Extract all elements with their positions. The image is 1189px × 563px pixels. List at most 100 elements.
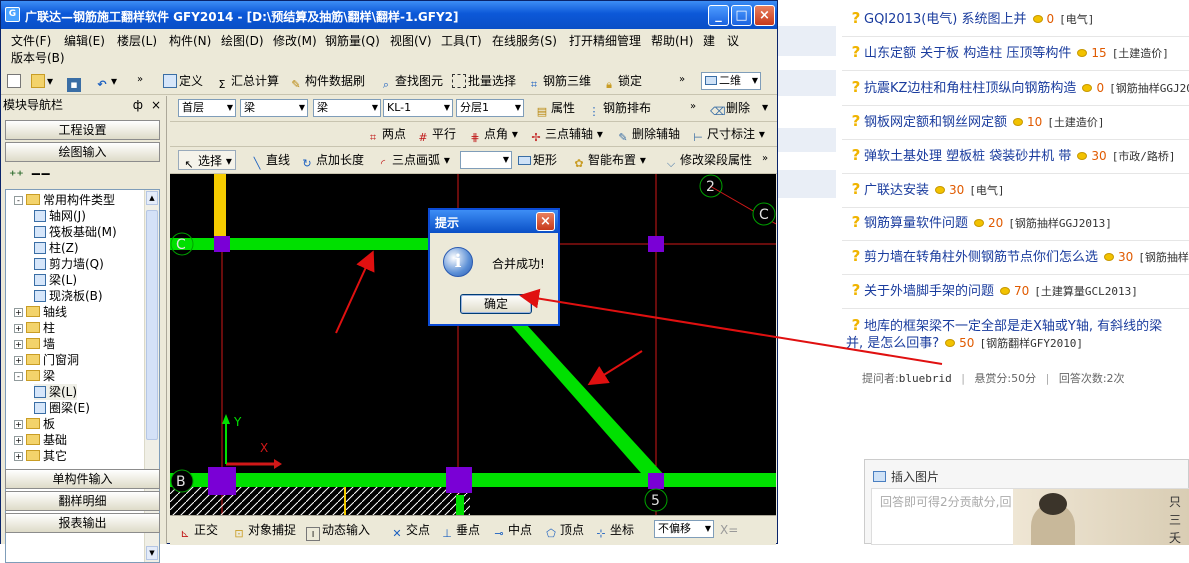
menu-item[interactable]: 钢筋量(Q)	[325, 32, 380, 49]
tree-item[interactable]: 梁(L)	[34, 384, 78, 400]
menu-item[interactable]: 绘图(D)	[221, 32, 264, 49]
point-angle-button[interactable]: ⋕ 点角 ▾	[468, 124, 517, 144]
drawing-input-button[interactable]: 绘图输入	[5, 142, 160, 162]
tree-folder[interactable]: + 其它	[14, 448, 67, 464]
question-list-item[interactable]: ? 钢板网定额和钢丝网定额 10 [土建造价]	[848, 111, 1189, 131]
collapse-icon[interactable]: -	[14, 196, 23, 205]
maximize-icon[interactable]: □	[731, 5, 752, 26]
arc-option-select[interactable]: ▼	[460, 151, 512, 169]
delete-axis-button[interactable]: ✎ 删除辅轴	[616, 124, 680, 144]
tree-item[interactable]: 梁(L)	[34, 272, 77, 288]
modify-beam-span-button[interactable]: ⌵ 修改梁段属性	[664, 150, 752, 170]
menu-item[interactable]: 在线服务(S)	[492, 32, 557, 49]
ok-button[interactable]: 确定	[460, 294, 532, 314]
find-element-button[interactable]: ⌕ 查找图元	[379, 71, 443, 91]
dimension-button[interactable]: ⊢ 尺寸标注 ▾	[691, 124, 765, 144]
rebar-layout-button[interactable]: ⋮ 钢筋排布	[587, 98, 652, 118]
define-button[interactable]: 定义	[163, 71, 203, 91]
expand-icon[interactable]: +	[14, 340, 23, 349]
menu-item[interactable]: 打开精细管理	[569, 32, 641, 49]
column-c5[interactable]	[648, 236, 664, 252]
rectangle-button[interactable]: 矩形	[518, 150, 557, 170]
menu-item[interactable]: 工具(T)	[441, 32, 482, 49]
tree-folder[interactable]: + 柱	[14, 320, 55, 336]
menu-item[interactable]: 视图(V)	[390, 32, 432, 49]
report-output-button[interactable]: 报表输出	[5, 513, 160, 533]
tree-item[interactable]: 现浇板(B)	[34, 288, 103, 304]
column-c1[interactable]	[214, 236, 230, 252]
diagonal-beam[interactable]	[510, 324, 666, 481]
expand-icon[interactable]: +	[14, 452, 23, 461]
dialog-close-icon[interactable]: ×	[536, 212, 555, 231]
delete-button[interactable]: ⌫删除	[710, 98, 750, 118]
column-b3[interactable]	[446, 467, 472, 493]
coordinate-snap-button[interactable]: ⊹ 坐标	[594, 520, 634, 540]
minimize-icon[interactable]: _	[708, 5, 729, 26]
save-icon[interactable]: ▪	[67, 71, 83, 92]
two-point-axis-button[interactable]: ⌗ 两点	[366, 124, 406, 144]
undo-icon[interactable]: ↶ ▾	[95, 71, 117, 91]
tree-item[interactable]: 剪力墙(Q)	[34, 256, 104, 272]
properties-button[interactable]: ▤ 属性	[535, 98, 575, 118]
parallel-axis-button[interactable]: # 平行	[416, 124, 456, 144]
intersection-snap-button[interactable]: ✕ 交点	[390, 520, 430, 540]
menu-item[interactable]: 帮助(H)	[651, 32, 693, 49]
beam-top[interactable]	[170, 238, 428, 250]
tree-item[interactable]: 轴网(J)	[34, 208, 86, 224]
toolbar-overflow-icon[interactable]: »	[762, 149, 768, 169]
vertex-snap-button[interactable]: ⬠ 顶点	[544, 520, 584, 540]
question-list-item[interactable]: ? 山东定额 关于板 构造柱 压顶等构件 15 [土建造价]	[848, 42, 1189, 62]
batch-select-button[interactable]: 批量选择	[452, 71, 516, 91]
tree-item[interactable]: 圈梁(E)	[34, 400, 90, 416]
tree-folder[interactable]: + 基础	[14, 432, 67, 448]
menu-item[interactable]: 编辑(E)	[64, 32, 105, 49]
question-list-item[interactable]: ?剪力墙在转角柱外侧钢筋节点你们怎么选30[钢筋抽样GGJ2013]	[848, 246, 1189, 266]
line-button[interactable]: ╲ 直线	[250, 150, 290, 170]
toolbar-overflow-icon[interactable]: »	[137, 70, 143, 90]
close-icon[interactable]: ×	[754, 5, 775, 26]
ortho-button[interactable]: ⊾ 正交	[178, 520, 218, 540]
view-mode-select[interactable]: 二维 ▼	[701, 72, 761, 90]
three-point-axis-button[interactable]: ✢ 三点辅轴 ▾	[529, 124, 602, 144]
point-plus-length-button[interactable]: ↻ 点加长度	[300, 150, 364, 170]
open-folder-icon[interactable]: ▾	[31, 71, 53, 91]
new-file-icon[interactable]	[7, 71, 23, 91]
menu-item[interactable]: 文件(F)	[11, 32, 51, 49]
question-list-item[interactable]: ?抗震KZ边柱和角柱柱顶纵向钢筋构造0[钢筋抽样GGJ2013]	[848, 77, 1189, 97]
asker-name[interactable]: bluebrid	[899, 372, 952, 385]
component-subtype-select[interactable]: 梁 ▼	[313, 99, 381, 117]
tree-folder[interactable]: - 常用构件类型	[14, 192, 115, 208]
tree-folder[interactable]: -梁	[14, 368, 55, 384]
single-component-input-button[interactable]: 单构件输入	[5, 469, 160, 489]
perpendicular-snap-button[interactable]: ⊥ 垂点	[440, 520, 480, 540]
offset-select[interactable]: 不偏移 ▼	[654, 520, 714, 538]
midpoint-snap-button[interactable]: ⊸ 中点	[492, 520, 532, 540]
floor-select[interactable]: 首层 ▼	[178, 99, 236, 117]
column-b5[interactable]	[648, 473, 664, 489]
rebar-3d-button[interactable]: ⌗ 钢筋三维	[527, 71, 591, 91]
question-list-item[interactable]: ? 钢筋算量软件问题 20 [钢筋抽样GGJ2013]	[848, 212, 1189, 232]
question-list-item[interactable]: ? 广联达安装 30 [电气]	[848, 179, 1189, 199]
current-question-line2[interactable]: 并, 是怎么回事? 50 [钢筋翻样GFY2010]	[846, 333, 1187, 353]
layout-details-button[interactable]: 翻样明细	[5, 491, 160, 511]
menu-item[interactable]: 构件(N)	[169, 32, 211, 49]
project-settings-button[interactable]: 工程设置	[5, 120, 160, 140]
component-name-select[interactable]: KL-1 ▼	[383, 99, 453, 117]
expand-icon[interactable]: +	[14, 420, 23, 429]
toolbar-overflow-icon[interactable]: »	[690, 97, 696, 117]
question-list-item[interactable]: ? 关于外墙脚手架的问题 70 [土建算量GCL2013]	[848, 280, 1189, 300]
expand-icon[interactable]: +	[14, 436, 23, 445]
collapse-all-icon[interactable]: ‒‒	[31, 166, 50, 182]
insert-image-button[interactable]: 插入图片	[873, 468, 939, 485]
expand-icon[interactable]: +	[14, 324, 23, 333]
lock-button[interactable]: 🔒︎ 锁定	[602, 71, 642, 91]
toolbar-dropdown-icon[interactable]: ▼	[762, 98, 768, 118]
expand-icon[interactable]: +	[14, 356, 23, 365]
title-bar[interactable]: G 广联达—钢筋施工翻样软件 GFY2014 - [D:\预结算及抽筋\翻样\翻…	[1, 1, 777, 29]
pin-icon[interactable]: ф	[133, 96, 143, 114]
menu-item[interactable]: 议	[727, 32, 739, 49]
menu-item[interactable]: 版本号(B)	[11, 49, 65, 66]
select-button[interactable]: ↖ 选择 ▾	[178, 150, 236, 171]
summary-calc-button[interactable]: Σ 汇总计算	[215, 71, 280, 91]
object-snap-button[interactable]: ⊡ 对象捕捉	[232, 520, 296, 540]
